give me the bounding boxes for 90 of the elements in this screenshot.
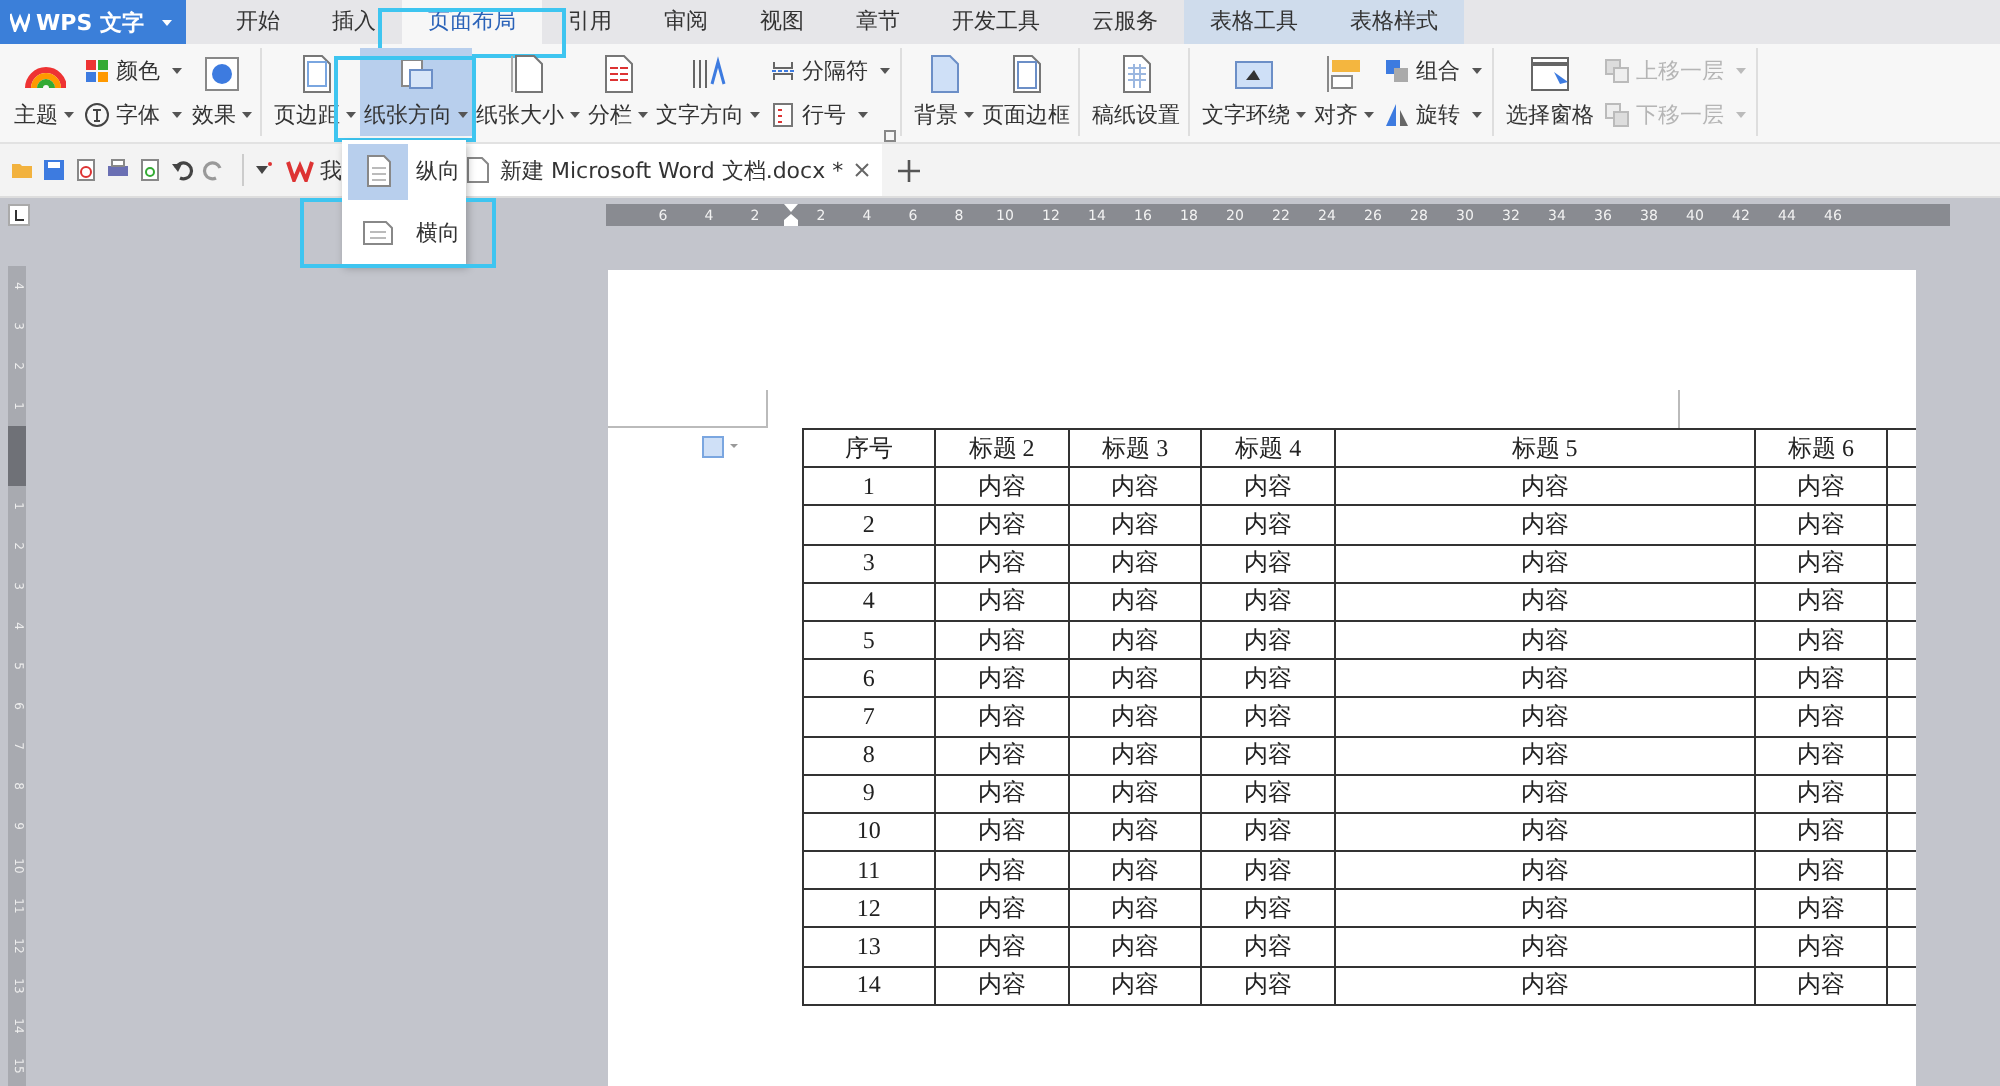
table-cell: 内容 xyxy=(1068,467,1202,506)
table-cell: 内容 xyxy=(934,927,1069,967)
table-cell: 内容 xyxy=(1201,966,1335,1005)
table-cell: 内容 xyxy=(934,467,1069,506)
table-cell: 7 xyxy=(803,697,935,736)
table-cell: 内容 xyxy=(934,620,1069,660)
table-cell: 12 xyxy=(803,889,935,928)
column-header: 标题 4 xyxy=(1201,429,1335,468)
table-cell: 内容 xyxy=(934,697,1069,736)
table-cell: 内容 xyxy=(1334,736,1755,775)
table-cell: 13 xyxy=(803,927,935,967)
table-cell: 内容 xyxy=(934,659,1069,698)
table-cell: 内容 xyxy=(1334,966,1755,1005)
table-cell: 内容 xyxy=(1201,851,1335,890)
table-cell: 4 xyxy=(803,582,935,621)
table-cell: 内容 xyxy=(1754,697,1888,736)
table-cell: 内容 xyxy=(1334,851,1755,890)
table-cell: 内容 xyxy=(1201,736,1335,775)
table-cell: 内容 xyxy=(1201,697,1335,736)
table-cell: 内容 xyxy=(1334,889,1755,928)
table-cell: 内容 xyxy=(1068,889,1202,928)
table-cell: 内容 xyxy=(1754,544,1888,583)
column-header: 序号 xyxy=(803,429,935,468)
table-cell: 内容 xyxy=(1754,812,1888,852)
table-cell: 11 xyxy=(803,851,935,890)
table-cell: 内容 xyxy=(1068,851,1202,890)
table-cell: 内容 xyxy=(934,505,1069,545)
table-cell: 内容 xyxy=(934,812,1069,852)
table-cell: 内容 xyxy=(1754,467,1888,506)
table-cell: 内容 xyxy=(1334,582,1755,621)
table-cell: 9 xyxy=(803,774,935,813)
table-cell: 内容 xyxy=(1334,697,1755,736)
table-cell: 内容 xyxy=(934,774,1069,813)
table-cell: 内容 xyxy=(1334,505,1755,545)
table-cell: 3 xyxy=(803,544,935,583)
table-cell: 10 xyxy=(803,812,935,852)
table-cell: 2 xyxy=(803,505,935,545)
table-cell: 内容 xyxy=(1334,927,1755,967)
table-cell: 内容 xyxy=(934,582,1069,621)
table-cell: 内容 xyxy=(1754,851,1888,890)
table-cell: 内容 xyxy=(1754,505,1888,545)
table-cell: 5 xyxy=(803,620,935,660)
table-cell: 内容 xyxy=(1201,620,1335,660)
table-cell: 内容 xyxy=(1201,505,1335,545)
table-cell: 内容 xyxy=(934,736,1069,775)
table-cell: 内容 xyxy=(1754,927,1888,967)
table-cell: 内容 xyxy=(1201,544,1335,583)
table-cell: 内容 xyxy=(1201,812,1335,852)
table-cell: 内容 xyxy=(934,966,1069,1005)
table-cell: 内容 xyxy=(1068,620,1202,660)
column-header: 标题 2 xyxy=(934,429,1069,468)
table-cell: 内容 xyxy=(1068,812,1202,852)
table-cell: 内容 xyxy=(1068,697,1202,736)
table-cell: 内容 xyxy=(1754,659,1888,698)
table-cell: 内容 xyxy=(934,544,1069,583)
table-cell: 内容 xyxy=(1201,659,1335,698)
table-cell: 内容 xyxy=(1754,889,1888,928)
table-cell: 内容 xyxy=(1068,736,1202,775)
table-cell: 内容 xyxy=(1754,582,1888,621)
table-cell: 内容 xyxy=(1068,505,1202,545)
table-cell: 8 xyxy=(803,736,935,775)
table-cell: 14 xyxy=(803,966,935,1005)
table-cell: 内容 xyxy=(1201,467,1335,506)
table-cell: 内容 xyxy=(1334,812,1755,852)
table-cell: 内容 xyxy=(1754,736,1888,775)
table-cell: 内容 xyxy=(1068,582,1202,621)
table-cell: 内容 xyxy=(1334,659,1755,698)
table-cell: 内容 xyxy=(1201,774,1335,813)
table-cell: 内容 xyxy=(1334,620,1755,660)
table-cell: 内容 xyxy=(1334,544,1755,583)
table-cell: 内容 xyxy=(1754,620,1888,660)
table-cell: 6 xyxy=(803,659,935,698)
column-header: 标题 5 xyxy=(1334,429,1755,468)
table-cell: 内容 xyxy=(1068,927,1202,967)
table-cell: 内容 xyxy=(934,851,1069,890)
table-cell: 内容 xyxy=(1334,467,1755,506)
table-cell: 内容 xyxy=(1068,544,1202,583)
column-header: 标题 6 xyxy=(1754,429,1888,468)
table-cell: 1 xyxy=(803,467,935,506)
table-cell: 内容 xyxy=(1068,659,1202,698)
table-cell: 内容 xyxy=(1201,927,1335,967)
table-cell: 内容 xyxy=(1334,774,1755,813)
table-cell: 内容 xyxy=(934,889,1069,928)
table-cell: 内容 xyxy=(1201,889,1335,928)
table-cell: 内容 xyxy=(1201,582,1335,621)
table-cell: 内容 xyxy=(1754,966,1888,1005)
column-header: 标题 3 xyxy=(1068,429,1202,468)
table-cell: 内容 xyxy=(1068,966,1202,1005)
table-cell: 内容 xyxy=(1068,774,1202,813)
table-cell: 内容 xyxy=(1754,774,1888,813)
